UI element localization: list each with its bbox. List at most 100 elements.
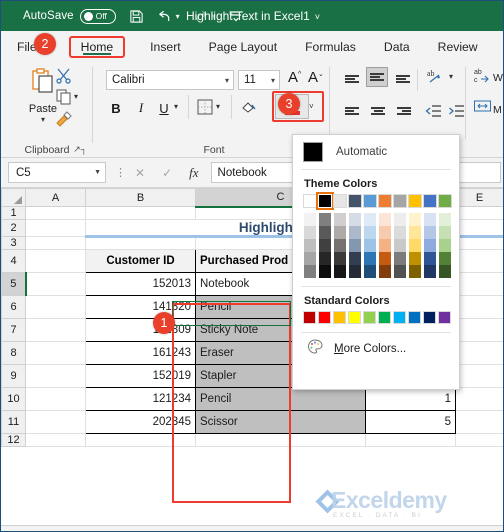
align-right-icon[interactable] [393, 101, 415, 121]
row-header-1[interactable]: 1 [1, 206, 26, 220]
cell-a6[interactable] [25, 295, 86, 319]
standard-colors-grid[interactable] [293, 311, 459, 324]
theme-variant-swatch[interactable] [348, 252, 362, 265]
cell-a5[interactable] [25, 272, 86, 296]
theme-color-swatch[interactable] [393, 194, 407, 208]
standard-color-swatch[interactable] [438, 311, 451, 324]
theme-variant-swatch[interactable] [303, 252, 317, 265]
font-color-dropdown-panel[interactable]: Automatic Theme Colors Standard Colors M… [292, 134, 460, 390]
align-center-icon[interactable] [367, 101, 389, 121]
theme-variant-swatch[interactable] [393, 226, 407, 239]
standard-color-swatch[interactable] [363, 311, 376, 324]
clipboard-dialog-launcher-icon[interactable]: ↗┐ [73, 144, 87, 155]
theme-color-swatch[interactable] [378, 194, 392, 208]
underline-button[interactable]: U [154, 97, 174, 119]
cell-e10[interactable] [455, 387, 503, 411]
theme-variant-swatch[interactable] [378, 252, 392, 265]
cell-a2[interactable] [25, 219, 86, 237]
cell-product-10[interactable]: Pencil [195, 387, 366, 411]
italic-button[interactable]: I [131, 97, 151, 119]
tab-insert[interactable]: Insert [142, 37, 188, 57]
more-colors-option[interactable]: More Colors... [293, 339, 459, 359]
theme-variant-row[interactable] [303, 252, 459, 265]
select-all-corner[interactable] [1, 188, 26, 207]
tab-home[interactable]: Home [68, 36, 126, 58]
theme-variant-swatch[interactable] [393, 252, 407, 265]
cell-e4[interactable] [455, 249, 503, 273]
cell-customer-id-6[interactable]: 141820 [85, 295, 196, 319]
cell-a3[interactable] [25, 236, 86, 250]
insert-function-icon[interactable]: fx [189, 165, 198, 181]
theme-variant-swatch[interactable] [393, 265, 407, 278]
row-header-11[interactable]: 11 [1, 410, 26, 434]
row-header-8[interactable]: 8 [1, 341, 26, 365]
row-header-5[interactable]: 5 [1, 272, 27, 296]
table-header-customer-id[interactable]: Customer ID [85, 249, 196, 273]
cell-a10[interactable] [25, 387, 86, 411]
cell-customer-id-5[interactable]: 152013 [85, 272, 196, 296]
theme-variant-swatch[interactable] [318, 226, 332, 239]
row-header-10[interactable]: 10 [1, 387, 26, 411]
theme-variant-swatch[interactable] [423, 213, 437, 226]
theme-colors-grid[interactable] [293, 192, 459, 278]
standard-colors-row[interactable] [303, 311, 459, 324]
borders-dropdown-caret[interactable]: ▾ [216, 102, 220, 111]
standard-color-swatch[interactable] [318, 311, 331, 324]
cell-e7[interactable] [455, 318, 503, 342]
cell-a11[interactable] [25, 410, 86, 434]
cell-customer-id-9[interactable]: 152019 [85, 364, 196, 388]
copy-icon[interactable] [56, 89, 72, 110]
customize-quick-access-icon[interactable] [229, 10, 243, 22]
cell-b12[interactable] [85, 433, 196, 447]
theme-variant-swatch[interactable] [408, 226, 422, 239]
cell-e8[interactable] [455, 341, 503, 365]
row-header-9[interactable]: 9 [1, 364, 26, 388]
cell-e9[interactable] [455, 364, 503, 388]
cell-e1[interactable] [455, 206, 503, 220]
decrease-font-size-icon[interactable]: A⌄ [308, 69, 324, 86]
theme-variant-swatch[interactable] [423, 226, 437, 239]
align-top-icon[interactable] [341, 69, 363, 89]
theme-variant-row[interactable] [303, 213, 459, 226]
theme-variant-swatch[interactable] [393, 239, 407, 252]
cell-customer-id-8[interactable]: 161243 [85, 341, 196, 365]
cell-b3[interactable] [85, 236, 196, 250]
theme-variant-swatch[interactable] [303, 239, 317, 252]
theme-variant-swatch[interactable] [423, 265, 437, 278]
theme-variant-swatch[interactable] [423, 239, 437, 252]
cell-e3[interactable] [455, 236, 503, 250]
cell-a12[interactable] [25, 433, 86, 447]
cell-b1[interactable] [85, 206, 196, 220]
bold-button[interactable]: B [106, 97, 126, 119]
theme-variant-swatch[interactable] [408, 239, 422, 252]
theme-variant-swatch[interactable] [378, 213, 392, 226]
theme-color-swatch[interactable] [423, 194, 437, 208]
theme-color-swatch[interactable] [333, 194, 347, 208]
theme-variant-swatch[interactable] [438, 226, 452, 239]
copy-dropdown-caret[interactable]: ▾ [74, 92, 78, 101]
document-title-chevron-icon[interactable]: ˅ [315, 12, 320, 22]
theme-color-swatch[interactable] [316, 192, 334, 210]
theme-variant-row[interactable] [303, 239, 459, 252]
underline-dropdown-caret[interactable]: ▾ [174, 102, 178, 111]
theme-variant-swatch[interactable] [318, 239, 332, 252]
autosave-toggle[interactable]: Off [79, 8, 116, 24]
theme-color-swatch[interactable] [303, 194, 317, 208]
cell-e12[interactable] [455, 433, 503, 447]
theme-color-swatch[interactable] [363, 194, 377, 208]
theme-variant-swatch[interactable] [408, 252, 422, 265]
font-size-caret-icon[interactable]: ▾ [271, 76, 275, 85]
increase-font-size-icon[interactable]: A^ [288, 69, 301, 86]
fill-color-icon[interactable] [240, 99, 257, 120]
standard-color-swatch[interactable] [348, 311, 361, 324]
row-header-2[interactable]: 2 [1, 219, 26, 237]
theme-variant-swatch[interactable] [363, 252, 377, 265]
theme-variant-swatch[interactable] [408, 213, 422, 226]
standard-color-swatch[interactable] [378, 311, 391, 324]
theme-variant-swatch[interactable] [333, 226, 347, 239]
cell-qty-11[interactable]: 5 [365, 410, 456, 434]
theme-color-swatch[interactable] [408, 194, 422, 208]
standard-color-swatch[interactable] [393, 311, 406, 324]
cell-e11[interactable] [455, 410, 503, 434]
cell-customer-id-10[interactable]: 121234 [85, 387, 196, 411]
